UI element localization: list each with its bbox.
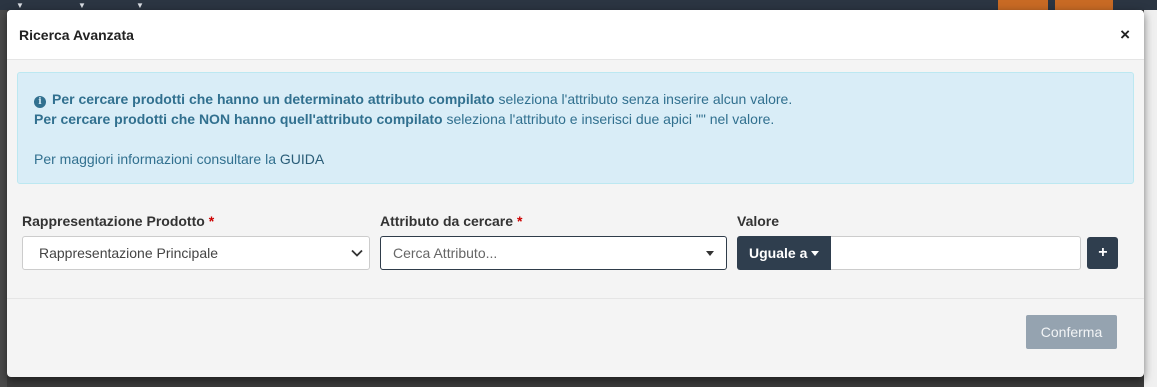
alert-line-1-rest: seleziona l'attributo senza inserire alc… — [494, 91, 793, 107]
advanced-search-modal: Ricerca Avanzata × i Per cercare prodotti… — [7, 10, 1144, 377]
alert-line-1: i Per cercare prodotti che hanno un deter… — [34, 89, 1117, 109]
alert-line-3: Per maggiori informazioni consultare la … — [34, 149, 1117, 169]
representation-select[interactable]: Rappresentazione Principale — [22, 236, 370, 270]
caret-down-icon — [706, 250, 714, 256]
representation-selected-value: Rappresentazione Principale — [39, 245, 218, 261]
alert-line-3-text: Per maggiori informazioni consultare la — [34, 151, 280, 167]
modal-footer: Conferma — [7, 298, 1144, 377]
required-mark: * — [516, 213, 523, 229]
info-alert: i Per cercare prodotti che hanno un deter… — [17, 72, 1134, 184]
close-icon[interactable]: × — [1120, 26, 1132, 43]
background-app-bar: ▼ ▼ ▼ — [0, 0, 1157, 10]
value-label: Valore — [737, 213, 780, 229]
plus-icon: + — [1098, 244, 1108, 261]
attribute-label: Attributo da cercare * — [380, 213, 523, 229]
value-input-group: Uguale a — [737, 236, 1082, 270]
modal-title: Ricerca Avanzata — [19, 26, 134, 43]
chart-button — [998, 0, 1048, 10]
operator-label: Uguale a — [749, 245, 808, 261]
guide-link[interactable]: GUIDA — [280, 151, 324, 167]
value-group: Valore Uguale a + — [737, 213, 1119, 270]
alert-line-2-bold: Per cercare prodotti che NON hanno quell… — [34, 111, 443, 127]
caret-down-icon — [811, 250, 820, 256]
modal-body: i Per cercare prodotti che hanno un deter… — [7, 60, 1144, 270]
info-icon: i — [34, 96, 46, 108]
caret-down-icon: ▼ — [16, 1, 24, 10]
operator-dropdown-button[interactable]: Uguale a — [737, 236, 832, 270]
chevron-down-icon — [351, 249, 363, 257]
representation-label: Rappresentazione Prodotto * — [22, 213, 215, 229]
caret-down-icon: ▼ — [78, 1, 86, 10]
value-input[interactable] — [831, 236, 1082, 270]
attribute-group: Attributo da cercare * Cerca Attributo..… — [380, 213, 727, 270]
modal-header: Ricerca Avanzata × — [7, 10, 1144, 60]
alert-line-2-rest: seleziona l'attributo e inserisci due ap… — [442, 111, 775, 127]
attribute-search-select[interactable]: Cerca Attributo... — [380, 236, 727, 270]
settings-button — [1055, 0, 1113, 10]
background-left-strip — [0, 10, 7, 387]
attribute-placeholder: Cerca Attributo... — [393, 245, 498, 261]
add-condition-button[interactable]: + — [1087, 237, 1119, 269]
representation-group: Rappresentazione Prodotto * Rappresentaz… — [22, 213, 370, 270]
search-form-row: Rappresentazione Prodotto * Rappresentaz… — [17, 213, 1134, 270]
caret-down-icon: ▼ — [136, 1, 144, 10]
alert-line-1-bold: Per cercare prodotti che hanno un determ… — [52, 91, 495, 107]
background-right-strip — [1144, 10, 1157, 387]
alert-line-2: Per cercare prodotti che NON hanno quell… — [34, 109, 1117, 129]
confirm-button[interactable]: Conferma — [1026, 315, 1117, 349]
required-mark: * — [208, 213, 215, 229]
